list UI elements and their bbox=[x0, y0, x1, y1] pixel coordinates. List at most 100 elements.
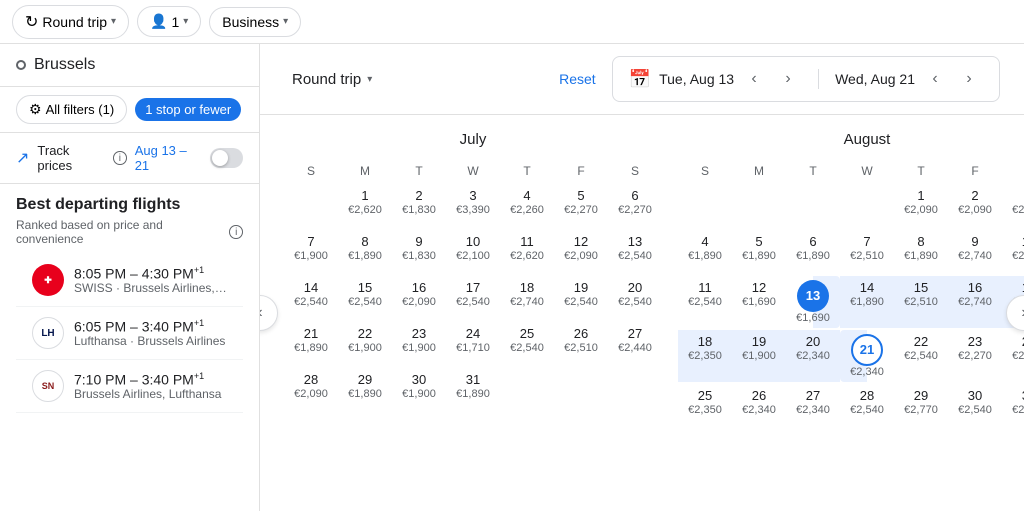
trip-type-button[interactable]: Round trip ▾ bbox=[284, 65, 380, 94]
cal-cell[interactable]: 22€1,900 bbox=[338, 322, 392, 366]
ret-next-button[interactable]: › bbox=[955, 65, 983, 93]
cal-cell[interactable]: 2€2,090 bbox=[948, 184, 1002, 228]
cal-cell[interactable]: 3€3,390 bbox=[446, 184, 500, 228]
calendar-prev-button[interactable]: ‹ bbox=[260, 295, 278, 331]
cal-cell[interactable]: 13€1,690 bbox=[786, 276, 840, 328]
cal-cell[interactable]: 10€2,100 bbox=[446, 230, 500, 274]
dep-prev-button[interactable]: ‹ bbox=[740, 65, 768, 93]
cal-day-number: 14 bbox=[304, 280, 318, 296]
cal-price: €2,740 bbox=[510, 296, 544, 308]
info-icon2[interactable]: i bbox=[229, 225, 243, 239]
cal-cell[interactable]: 18€2,740 bbox=[500, 276, 554, 320]
cal-cell[interactable]: 2€1,830 bbox=[392, 184, 446, 228]
cal-cell[interactable]: 13€2,540 bbox=[608, 230, 662, 274]
reset-button[interactable]: Reset bbox=[559, 71, 596, 87]
class-button[interactable]: Business ▾ bbox=[209, 7, 301, 37]
all-filters-button[interactable]: ⚙ All filters (1) bbox=[16, 95, 127, 124]
ret-prev-button[interactable]: ‹ bbox=[921, 65, 949, 93]
cal-cell[interactable]: 28€2,540 bbox=[840, 384, 894, 428]
cal-cell[interactable]: 5€1,890 bbox=[732, 230, 786, 274]
cal-cell[interactable]: 12€2,090 bbox=[554, 230, 608, 274]
cal-cell[interactable]: 11€2,540 bbox=[678, 276, 732, 328]
cal-cell[interactable]: 6€1,890 bbox=[786, 230, 840, 274]
round-trip-button[interactable]: ↻ Round trip ▾ bbox=[12, 5, 129, 39]
cal-cell[interactable]: 16€2,090 bbox=[392, 276, 446, 320]
cal-cell[interactable]: 25€2,350 bbox=[678, 384, 732, 428]
cal-cell[interactable]: 28€2,090 bbox=[284, 368, 338, 412]
august-cal-grid: SMTWTFS1€2,0902€2,0903€2,7504€1,8905€1,8… bbox=[678, 160, 1024, 428]
cal-cell[interactable]: 20€2,340 bbox=[786, 330, 840, 382]
cal-day-number: 29 bbox=[358, 372, 372, 388]
cal-cell[interactable]: 15€2,540 bbox=[338, 276, 392, 320]
cal-cell[interactable]: 7€1,900 bbox=[284, 230, 338, 274]
cal-cell[interactable]: 31€1,890 bbox=[446, 368, 500, 412]
cal-cell[interactable]: 24€1,710 bbox=[446, 322, 500, 366]
cal-day-number: 15 bbox=[358, 280, 372, 296]
cal-cell[interactable]: 7€2,510 bbox=[840, 230, 894, 274]
ret-date: Wed, Aug 21 bbox=[835, 71, 915, 87]
cal-cell[interactable]: 22€2,540 bbox=[894, 330, 948, 382]
cal-cell[interactable]: 21€1,890 bbox=[284, 322, 338, 366]
cal-cell[interactable]: 3€2,750 bbox=[1002, 184, 1024, 228]
cal-cell[interactable]: 26€2,510 bbox=[554, 322, 608, 366]
calendar-header: Round trip ▾ Reset 📅 Tue, Aug 13 ‹ › Wed… bbox=[260, 44, 1024, 115]
cal-cell[interactable]: 26€2,340 bbox=[732, 384, 786, 428]
cal-cell[interactable]: 5€2,270 bbox=[554, 184, 608, 228]
cal-cell[interactable]: 30€1,900 bbox=[392, 368, 446, 412]
flight-item[interactable]: ✚ 8:05 PM – 4:30 PM+1 SWISS · Brussels A… bbox=[16, 254, 243, 307]
cal-cell[interactable]: 14€2,540 bbox=[284, 276, 338, 320]
cal-cell[interactable]: 4€2,260 bbox=[500, 184, 554, 228]
cal-cell[interactable]: 6€2,270 bbox=[608, 184, 662, 228]
info-icon[interactable]: i bbox=[113, 151, 127, 165]
cal-cell[interactable]: 20€2,540 bbox=[608, 276, 662, 320]
cal-cell[interactable]: 4€1,890 bbox=[678, 230, 732, 274]
cal-cell[interactable]: 29€1,890 bbox=[338, 368, 392, 412]
cal-cell[interactable]: 17€2,540 bbox=[446, 276, 500, 320]
cal-cell[interactable]: 23€2,270 bbox=[948, 330, 1002, 382]
cal-cell[interactable]: 15€2,510 bbox=[894, 276, 948, 328]
cal-cell[interactable]: 31€2,740 bbox=[1002, 384, 1024, 428]
cal-cell[interactable]: 9€2,740 bbox=[948, 230, 1002, 274]
cal-price: €1,690 bbox=[742, 296, 776, 308]
date-nav: 📅 Tue, Aug 13 ‹ › Wed, Aug 21 ‹ › bbox=[612, 56, 1000, 102]
flight-item[interactable]: SN 7:10 PM – 3:40 PM+1 Brussels Airlines… bbox=[16, 360, 243, 413]
cal-cell[interactable]: 10€2,740 bbox=[1002, 230, 1024, 274]
cal-cell[interactable]: 11€2,620 bbox=[500, 230, 554, 274]
cal-day-number: 27 bbox=[806, 388, 820, 404]
cal-cell[interactable]: 29€2,770 bbox=[894, 384, 948, 428]
cal-day-number: 7 bbox=[307, 234, 314, 250]
cal-cell[interactable]: 19€1,900 bbox=[732, 330, 786, 382]
cal-cell[interactable]: 27€2,340 bbox=[786, 384, 840, 428]
cal-cell[interactable]: 23€1,900 bbox=[392, 322, 446, 366]
cal-day-header: S bbox=[284, 160, 338, 182]
cal-cell[interactable]: 1€2,090 bbox=[894, 184, 948, 228]
cal-cell[interactable]: 8€1,890 bbox=[894, 230, 948, 274]
cal-cell bbox=[678, 184, 732, 228]
cal-cell[interactable]: 25€2,540 bbox=[500, 322, 554, 366]
cal-cell[interactable]: 21€2,340 bbox=[840, 330, 894, 382]
cal-day-number: 19 bbox=[574, 280, 588, 296]
cal-cell[interactable]: 19€2,540 bbox=[554, 276, 608, 320]
cal-cell[interactable]: 27€2,440 bbox=[608, 322, 662, 366]
cal-cell[interactable]: 14€1,890 bbox=[840, 276, 894, 328]
cal-cell[interactable]: 12€1,690 bbox=[732, 276, 786, 328]
cal-cell[interactable]: 30€2,540 bbox=[948, 384, 1002, 428]
track-toggle[interactable] bbox=[210, 148, 243, 168]
cal-cell[interactable]: 16€2,740 bbox=[948, 276, 1002, 328]
passengers-button[interactable]: 👤 1 ▾ bbox=[137, 6, 201, 37]
cal-cell[interactable]: 1€2,620 bbox=[338, 184, 392, 228]
cal-cell[interactable]: 9€1,830 bbox=[392, 230, 446, 274]
flight-item[interactable]: LH 6:05 PM – 3:40 PM+1 Lufthansa · Bruss… bbox=[16, 307, 243, 360]
cal-price: €1,890 bbox=[904, 250, 938, 262]
cal-day-number: 13 bbox=[797, 280, 829, 312]
dep-next-button[interactable]: › bbox=[774, 65, 802, 93]
cal-cell[interactable]: 8€1,890 bbox=[338, 230, 392, 274]
passengers-label: 1 bbox=[171, 14, 179, 30]
cal-day-header: M bbox=[338, 160, 392, 182]
cal-price: €2,620 bbox=[510, 250, 544, 262]
cal-cell[interactable]: 24€2,740 bbox=[1002, 330, 1024, 382]
cal-cell bbox=[786, 184, 840, 228]
cal-cell[interactable]: 18€2,350 bbox=[678, 330, 732, 382]
trending-icon: ↗ bbox=[16, 148, 29, 168]
cal-day-number: 31 bbox=[466, 372, 480, 388]
